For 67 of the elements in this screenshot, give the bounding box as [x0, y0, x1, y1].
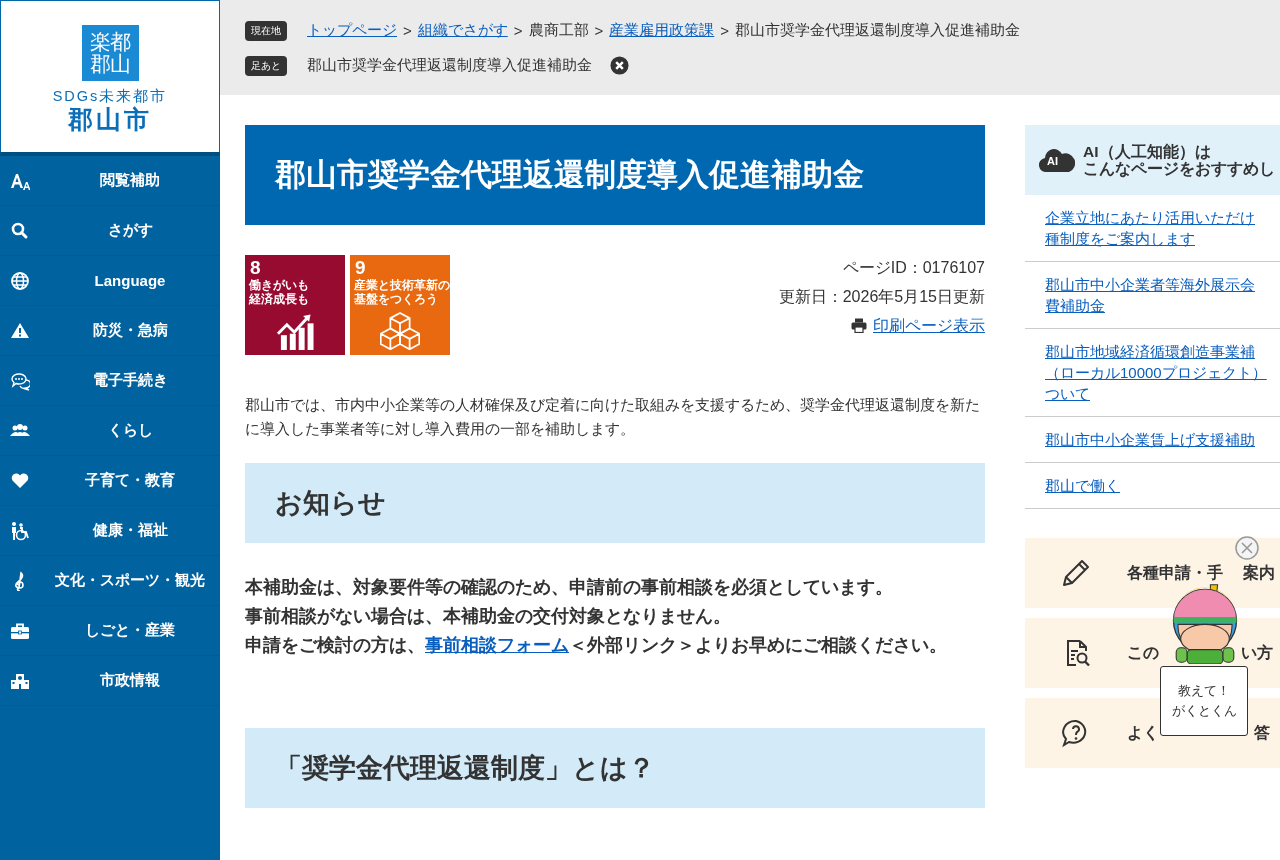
recommended-link[interactable]: 郡山市中小企業者等海外展示会: [1045, 274, 1255, 295]
location-label: 現在地: [245, 20, 287, 41]
printer-icon[interactable]: [851, 318, 867, 333]
recommended-link[interactable]: （ローカル10000プロジェクト）: [1045, 362, 1267, 383]
footprint-item: 郡山市奨学金代理返還制度導入促進補助金: [307, 56, 592, 75]
recommended-link[interactable]: 種制度をご案内します: [1045, 228, 1195, 249]
sidebar-item[interactable]: 市政情報: [30, 671, 220, 690]
mascot-sign-popup[interactable]: 教えて！ がくとくん: [1160, 666, 1248, 736]
ai-recommend-title: AI（人工知能）は: [1083, 143, 1212, 160]
breadcrumb-separator: >: [513, 22, 523, 39]
recommended-link[interactable]: 費補助金: [1045, 295, 1105, 316]
notice-paragraph: 本補助金は、対象要件等の確認のため、申請前の事前相談を必須としています。: [245, 576, 894, 599]
breadcrumb-item: 郡山市奨学金代理返還制度導入促進補助金: [735, 21, 1021, 40]
updated-date: 更新日：2026年5月15日更新: [778, 287, 985, 307]
globe-icon[interactable]: [10, 270, 30, 291]
notice-paragraph: 申請をご検討の方は、事前相談フォーム＜外部リンク＞よりお早めにご相談ください。: [245, 634, 948, 657]
city-logo-mark: 楽都 郡山: [81, 25, 139, 81]
recommended-link[interactable]: ついて: [1045, 383, 1090, 404]
recommended-link[interactable]: 郡山市地域経済循環創造事業補: [1045, 341, 1255, 362]
quick-link-label: 案内: [1243, 562, 1275, 583]
page-title: 郡山市奨学金代理返還制度導入促進補助金: [245, 125, 985, 225]
sidebar-item[interactable]: 電子手続き: [30, 371, 220, 390]
quick-link-label: よく: [1127, 722, 1159, 743]
breadcrumb-separator: >: [403, 22, 412, 39]
ai-cloud-icon: AI: [1039, 147, 1075, 173]
page-id: ページID：0176107: [842, 258, 985, 278]
logo-tagline: SDGs未来都市: [52, 87, 168, 106]
consultation-form-link[interactable]: 事前相談フォーム: [425, 635, 569, 655]
section-heading: お知らせ: [245, 463, 985, 543]
recommended-link[interactable]: 郡山市中小企業賃上げ支援補助: [1045, 429, 1255, 450]
ai-recommend-title: こんなページをおすすめし: [1083, 160, 1275, 177]
breadcrumb-link[interactable]: 組織でさがす: [417, 21, 508, 40]
notice-paragraph: 事前相談がない場合は、本補助金の交付対象となりません。: [245, 605, 732, 628]
city-name: 郡山市: [68, 106, 152, 134]
chat-bubbles-icon[interactable]: [10, 370, 30, 391]
breadcrumb-separator: >: [720, 22, 730, 39]
sidebar-item[interactable]: くらし: [30, 421, 220, 440]
close-icon[interactable]: [610, 56, 629, 75]
sidebar-item[interactable]: しごと・産業: [30, 621, 220, 640]
quick-link-label: 答: [1254, 722, 1270, 743]
breadcrumb-link[interactable]: 産業雇用政策課: [609, 21, 715, 40]
sidebar-item[interactable]: 文化・スポーツ・観光: [30, 571, 220, 590]
sidebar-item[interactable]: 子育て・教育: [30, 471, 220, 490]
quick-link-label: この: [1127, 642, 1159, 663]
sidebar-item[interactable]: 健康・福祉: [30, 521, 220, 540]
breadcrumb-item: 農商工部: [528, 21, 589, 40]
quick-link-card[interactable]: 各種申請・手 案内: [1025, 538, 1280, 608]
sidebar-item[interactable]: 閲覧補助: [30, 171, 220, 190]
recommended-link[interactable]: 企業立地にあたり活用いただけ: [1045, 207, 1255, 228]
section-heading: 「奨学金代理返還制度」とは？: [245, 728, 985, 808]
quick-link-label: 各種申請・手: [1127, 562, 1223, 583]
print-link[interactable]: 印刷ページ表示: [873, 311, 985, 340]
sdg-goal-badge: 9 産業と技術革新の 基盤をつくろう: [350, 255, 450, 355]
sidebar-item[interactable]: Language: [30, 272, 220, 289]
heart-icon[interactable]: [10, 470, 30, 491]
breadcrumb-separator: >: [594, 22, 604, 39]
sidebar-item[interactable]: 防災・急病: [30, 321, 220, 340]
sdg-goal-badge: 8 働きがいも 経済成長も: [245, 255, 345, 355]
breadcrumb-link[interactable]: トップページ: [307, 21, 397, 40]
sidebar-item[interactable]: さがす: [30, 221, 220, 240]
pencil-icon: [1060, 557, 1092, 589]
intro-paragraph: 郡山市では、市内中小企業等の人材確保及び定着に向けた取組みを支援するため、奨学金代理返還制度を新たに導入した事業者等に対し導入費用の一部を補助します。: [245, 395, 981, 439]
recommended-link[interactable]: 郡山で働く: [1045, 475, 1120, 496]
quick-link-label: い方: [1241, 642, 1273, 663]
footprint-label: 足あと: [245, 55, 287, 76]
wheelchair-icon[interactable]: [10, 520, 30, 541]
search-icon[interactable]: [10, 220, 30, 241]
